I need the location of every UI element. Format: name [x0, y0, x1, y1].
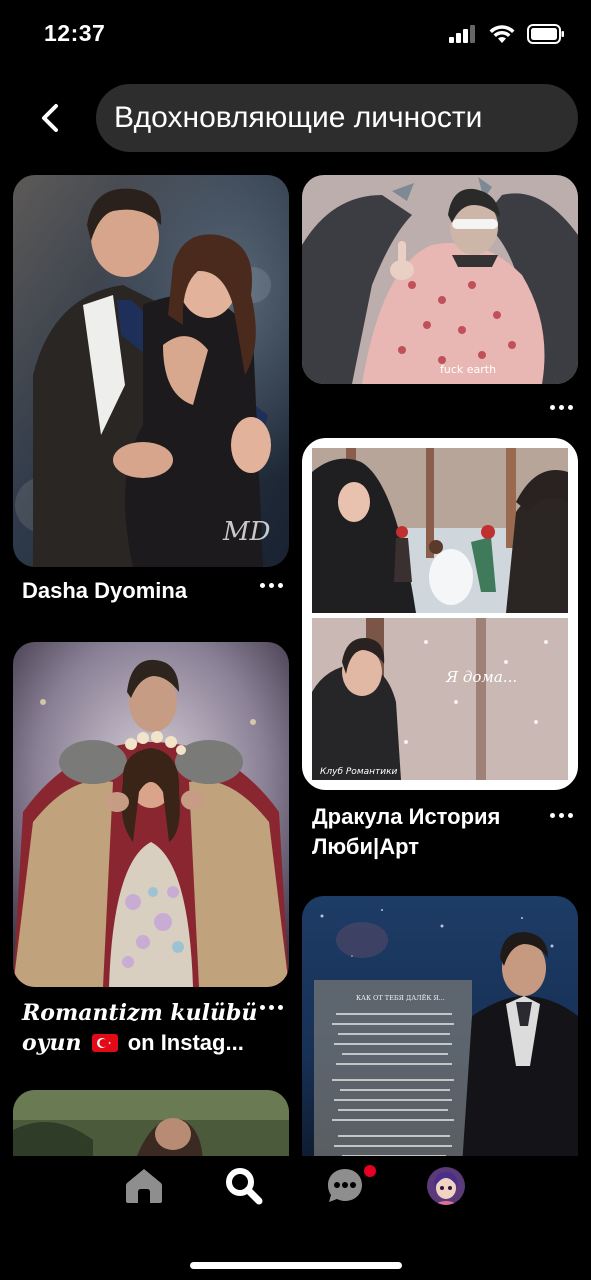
illustration-king-queen	[13, 642, 289, 987]
pin-title-line: Дракула История	[312, 804, 501, 829]
back-button[interactable]	[30, 96, 70, 140]
illustration-comic-panels: Я дома... Клуб Романтики	[306, 442, 574, 786]
wifi-icon	[489, 24, 515, 43]
home-icon	[126, 1169, 162, 1203]
illustration-villain-blanket: fuck earth	[302, 175, 578, 384]
search-input[interactable]: Вдохновляющие личности	[96, 84, 578, 152]
cellular-signal-icon	[449, 25, 475, 43]
pin-image-forest[interactable]	[13, 1090, 289, 1166]
svg-text:Я дома...: Я дома...	[445, 668, 517, 686]
svg-text:Клуб Романтики: Клуб Романтики	[320, 767, 398, 777]
pin-image-fuck-earth[interactable]: fuck earth	[302, 175, 578, 384]
pin-image-dracula-story[interactable]: Я дома... Клуб Романтики	[302, 438, 578, 790]
more-options-button[interactable]	[550, 810, 573, 820]
svg-text:fuck earth: fuck earth	[440, 363, 496, 376]
illustration-couple: MD	[13, 175, 289, 567]
pin-title-romantizm[interactable]: Romantizm kulübü oyun on Instag...	[22, 998, 258, 1058]
svg-text:КАК ОТ ТЕБЯ ДАЛЁК Я...: КАК ОТ ТЕБЯ ДАЛЁК Я...	[356, 993, 445, 1002]
profile-avatar	[427, 1167, 465, 1205]
pin-title-word: oyun	[22, 1030, 82, 1056]
pin-title-word: on Instag...	[127, 1030, 244, 1055]
nav-home[interactable]	[114, 1156, 174, 1216]
nav-search[interactable]	[214, 1156, 274, 1216]
status-time: 12:37	[44, 20, 106, 46]
status-icons	[449, 24, 565, 44]
pin-image-dasha-dyomina[interactable]: MD	[13, 175, 289, 567]
illustration-forest	[13, 1090, 289, 1166]
home-indicator[interactable]	[190, 1262, 402, 1269]
pin-image-romantizm[interactable]	[13, 642, 289, 987]
pin-image-poem[interactable]: КАК ОТ ТЕБЯ ДАЛЁК Я...	[302, 896, 578, 1166]
search-query-text: Вдохновляющие личности	[114, 101, 483, 134]
more-options-button[interactable]	[550, 402, 573, 412]
pin-title-line: oyun on Instag...	[22, 1028, 258, 1058]
more-options-button[interactable]	[260, 1002, 283, 1012]
chevron-left-icon	[42, 104, 58, 132]
pin-title-line: Люби|Арт	[312, 834, 420, 859]
messages-icon	[328, 1169, 362, 1202]
nav-messages[interactable]	[316, 1156, 376, 1216]
illustration-poem-card: КАК ОТ ТЕБЯ ДАЛЁК Я...	[302, 896, 578, 1166]
nav-profile[interactable]	[416, 1156, 476, 1216]
pin-title-dasha-dyomina[interactable]: Dasha Dyomina	[22, 576, 187, 606]
pin-title-line: Romantizm kulübü	[22, 1000, 258, 1026]
svg-text:MD: MD	[222, 517, 271, 547]
search-icon	[226, 1168, 263, 1205]
turkey-flag-icon	[91, 1034, 118, 1052]
battery-icon	[527, 24, 564, 44]
pin-title-dracula-story[interactable]: Дракула История Люби|Арт	[312, 802, 542, 862]
more-options-button[interactable]	[260, 580, 283, 590]
notification-dot	[364, 1165, 376, 1177]
